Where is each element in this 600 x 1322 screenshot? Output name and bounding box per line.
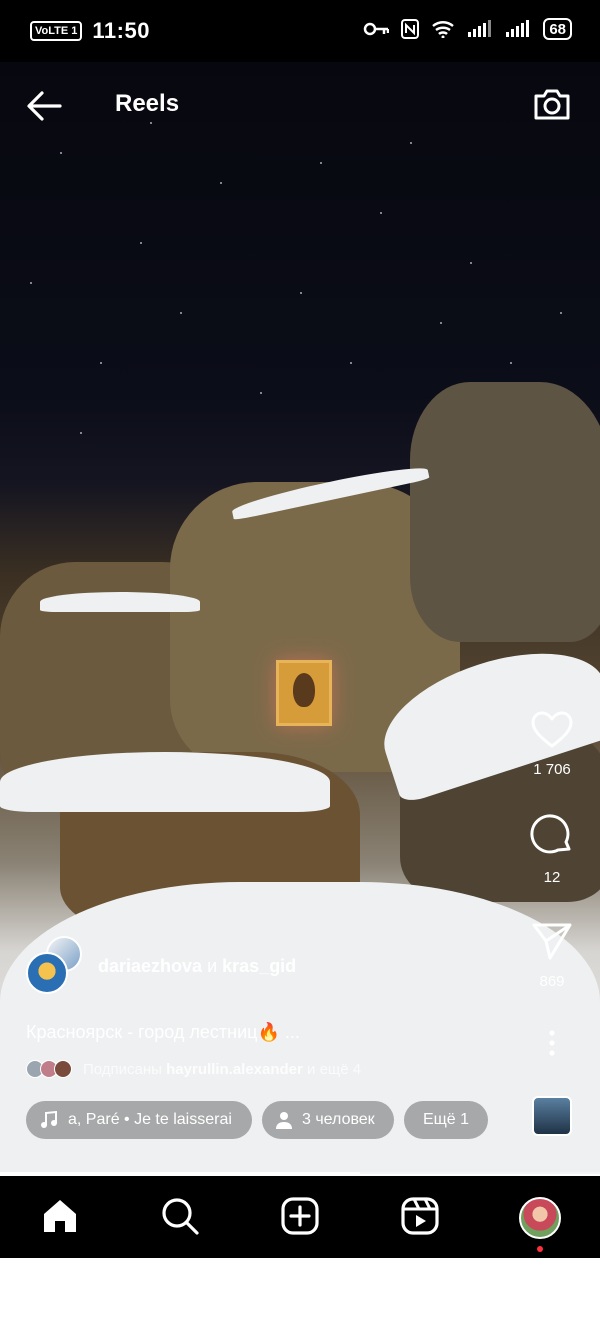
music-chip[interactable]: а, Paré • Je te laisserai <box>26 1101 252 1139</box>
author-avatars[interactable] <box>26 936 86 996</box>
person-icon <box>276 1112 292 1129</box>
post-caption[interactable]: Красноярск - город лестниц🔥 ... <box>26 1022 300 1043</box>
music-note-icon <box>41 1111 57 1128</box>
more-chip[interactable]: Ещё 1 <box>404 1101 488 1139</box>
author-username[interactable]: dariaezhova <box>98 956 202 976</box>
status-right: 68 <box>363 18 572 40</box>
bottom-nav <box>0 1176 600 1258</box>
people-chip-label: 3 человек <box>302 1111 375 1128</box>
author-connector: и <box>207 956 218 976</box>
reels-header: Reels <box>0 62 600 150</box>
clock: 11:50 <box>92 18 150 43</box>
send-icon <box>532 923 572 960</box>
home-icon[interactable] <box>40 1196 80 1236</box>
share-button[interactable]: 869 <box>520 920 584 990</box>
audio-thumbnail[interactable] <box>532 1096 572 1136</box>
author-username[interactable]: kras_gid <box>222 956 296 976</box>
music-chip-label: а, Paré • Je te laisserai <box>68 1111 232 1128</box>
create-icon[interactable] <box>280 1196 320 1236</box>
wifi-icon <box>432 21 455 38</box>
notification-dot <box>537 1246 543 1252</box>
video-snow <box>40 592 200 612</box>
battery-icon: 68 <box>543 18 572 40</box>
video-snow <box>0 752 330 812</box>
profile-avatar[interactable] <box>519 1197 561 1239</box>
share-count: 869 <box>539 973 565 990</box>
page-title: Reels <box>115 90 180 117</box>
nfc-icon <box>401 19 420 39</box>
comment-button[interactable]: 12 <box>520 814 584 886</box>
key-icon <box>364 22 390 36</box>
comment-count: 12 <box>543 869 561 886</box>
signal-icon <box>468 20 492 37</box>
avatar <box>54 1060 72 1078</box>
video-icon-face <box>293 673 315 707</box>
arrow-left-icon[interactable] <box>24 86 64 126</box>
volte-badge: VoLTE 1 <box>30 21 83 41</box>
heart-icon <box>531 711 573 748</box>
author-names: dariaezhova и kras_gid <box>98 956 296 977</box>
people-chip[interactable]: 3 человек <box>262 1101 394 1139</box>
follower-avatars <box>26 1060 74 1080</box>
camera-icon[interactable] <box>530 82 574 126</box>
status-bar: VoLTE 1 11:50 68 <box>0 0 600 62</box>
reel-video[interactable] <box>0 62 600 1174</box>
bottom-spacer <box>0 1258 600 1322</box>
signal-icon <box>506 20 530 37</box>
reels-icon[interactable] <box>400 1196 440 1236</box>
more-vertical-icon <box>549 1030 555 1056</box>
search-icon[interactable] <box>160 1196 200 1236</box>
like-count: 1 706 <box>533 761 571 778</box>
video-rock <box>410 382 600 642</box>
video-icon-painting <box>276 660 332 726</box>
more-options-button[interactable] <box>520 1028 584 1063</box>
comment-icon <box>530 814 571 854</box>
like-button[interactable]: 1 706 <box>520 710 584 778</box>
status-left: VoLTE 1 11:50 <box>30 18 150 44</box>
followed-by-text: Подписаны hayrullin.alexander и ещё 4 <box>83 1061 362 1078</box>
avatar[interactable] <box>26 952 68 994</box>
